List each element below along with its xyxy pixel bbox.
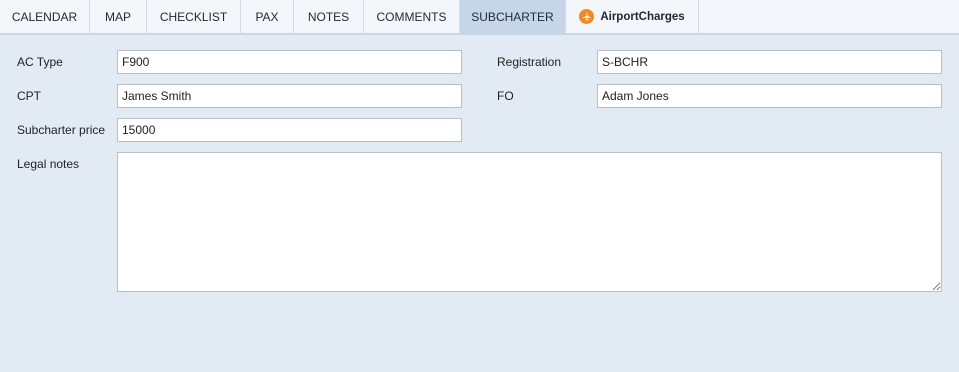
tab-label: CHECKLIST	[159, 9, 228, 24]
tab-label: MAP	[104, 9, 131, 24]
legal-notes-textarea[interactable]	[117, 152, 942, 292]
subcharter-price-field[interactable]	[117, 118, 462, 142]
registration-field[interactable]	[597, 50, 942, 74]
airportcharges-logo-icon	[579, 9, 595, 24]
registration-label: Registration	[497, 55, 562, 69]
tab-label: NOTES	[307, 9, 350, 24]
tab-comments[interactable]: COMMENTS	[364, 0, 460, 33]
tab-label: CALENDAR	[11, 9, 78, 24]
fo-field[interactable]	[597, 84, 942, 108]
subcharter-price-label: Subcharter price	[17, 123, 106, 137]
tab-label: COMMENTS	[376, 9, 447, 24]
cpt-field[interactable]	[117, 84, 462, 108]
tab-pax[interactable]: PAX	[241, 0, 294, 33]
tab-map[interactable]: MAP	[90, 0, 147, 33]
ac-type-label: AC Type	[17, 55, 63, 69]
legal-notes-label: Legal notes	[17, 157, 80, 171]
tab-label: PAX	[255, 9, 279, 24]
tab-checklist[interactable]: CHECKLIST	[147, 0, 241, 33]
tab-bar: CALENDAR MAP CHECKLIST PAX NOTES COMMENT…	[0, 0, 959, 35]
tab-notes[interactable]: NOTES	[294, 0, 364, 33]
cpt-label: CPT	[17, 89, 41, 103]
ac-type-field[interactable]	[117, 50, 462, 74]
tab-airportcharges[interactable]: AirportCharges	[566, 0, 699, 33]
tab-subcharter[interactable]: SUBCHARTER	[460, 0, 566, 33]
tab-label: AirportCharges	[600, 10, 685, 23]
fo-label: FO	[497, 89, 514, 103]
tab-label: SUBCHARTER	[471, 9, 554, 24]
tab-calendar[interactable]: CALENDAR	[0, 0, 90, 33]
